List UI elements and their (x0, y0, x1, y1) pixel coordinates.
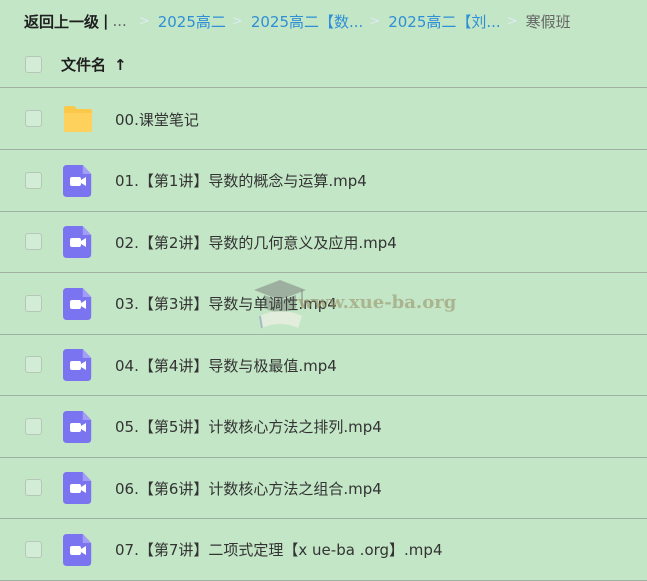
row-checkbox[interactable] (25, 233, 42, 250)
breadcrumb-link-1[interactable]: 2025高二 (158, 11, 226, 32)
file-row[interactable]: 02.【第2讲】导数的几何意义及应用.mp4 (0, 212, 647, 273)
video-file-icon (63, 226, 92, 258)
video-file-icon (63, 472, 92, 504)
file-row[interactable]: 00.课堂笔记 (0, 89, 647, 150)
breadcrumb-separator: | (103, 12, 109, 30)
file-row[interactable]: 07.【第7讲】二项式定理【x ue-ba .org】.mp4 (0, 520, 647, 581)
row-checkbox[interactable] (25, 171, 42, 189)
breadcrumb-link-2[interactable]: 2025高二【数... (251, 11, 363, 32)
breadcrumb-ellipsis[interactable]: ... (113, 12, 127, 30)
file-name[interactable]: 01.【第1讲】导数的概念与运算.mp4 (115, 170, 367, 191)
row-checkbox[interactable] (25, 294, 42, 312)
column-header-label: 文件名 (61, 56, 107, 74)
file-name[interactable]: 05.【第5讲】计数核心方法之排列.mp4 (115, 416, 382, 437)
file-name[interactable]: 06.【第6讲】计数核心方法之组合.mp4 (115, 478, 382, 499)
video-file-icon (63, 287, 92, 320)
file-name[interactable]: 00.课堂笔记 (115, 109, 199, 130)
file-list-header: 文件名 ↑ (0, 42, 647, 88)
back-link[interactable]: 返回上一级 (24, 11, 99, 32)
row-checkbox[interactable] (25, 356, 42, 373)
video-file-icon (63, 349, 92, 381)
row-checkbox[interactable] (25, 417, 42, 435)
row-checkbox[interactable] (25, 110, 42, 127)
file-name[interactable]: 07.【第7讲】二项式定理【x ue-ba .org】.mp4 (115, 539, 443, 560)
file-name[interactable]: 04.【第4讲】导数与极最值.mp4 (115, 355, 337, 376)
breadcrumb-current: 寒假班 (525, 12, 571, 31)
video-file-icon (63, 533, 92, 566)
chevron-right-icon: > (369, 13, 381, 29)
column-header-filename[interactable]: 文件名 ↑ (61, 54, 127, 75)
file-name[interactable]: 03.【第3讲】导数与单调性.mp4 (115, 293, 337, 314)
breadcrumb-link-3[interactable]: 2025高二【刘... (388, 11, 500, 32)
folder-icon (64, 106, 92, 132)
video-file-icon (63, 164, 92, 197)
file-row[interactable]: 03.【第3讲】导数与单调性.mp4 (0, 274, 647, 335)
file-row[interactable]: 06.【第6讲】计数核心方法之组合.mp4 (0, 458, 647, 519)
row-checkbox[interactable] (25, 540, 42, 558)
row-checkbox[interactable] (25, 479, 42, 496)
file-row[interactable]: 04.【第4讲】导数与极最值.mp4 (0, 335, 647, 396)
sort-ascending-icon: ↑ (114, 56, 127, 74)
video-file-icon (63, 410, 92, 443)
file-row[interactable]: 01.【第1讲】导数的概念与运算.mp4 (0, 151, 647, 212)
chevron-right-icon: > (138, 13, 150, 29)
chevron-right-icon: > (506, 13, 518, 29)
file-name[interactable]: 02.【第2讲】导数的几何意义及应用.mp4 (115, 232, 397, 253)
chevron-right-icon: > (231, 13, 243, 29)
breadcrumb: 返回上一级 | ... > 2025高二 > 2025高二【数... > 202… (0, 0, 647, 42)
file-row[interactable]: 05.【第5讲】计数核心方法之排列.mp4 (0, 397, 647, 458)
select-all-checkbox[interactable] (25, 56, 42, 73)
